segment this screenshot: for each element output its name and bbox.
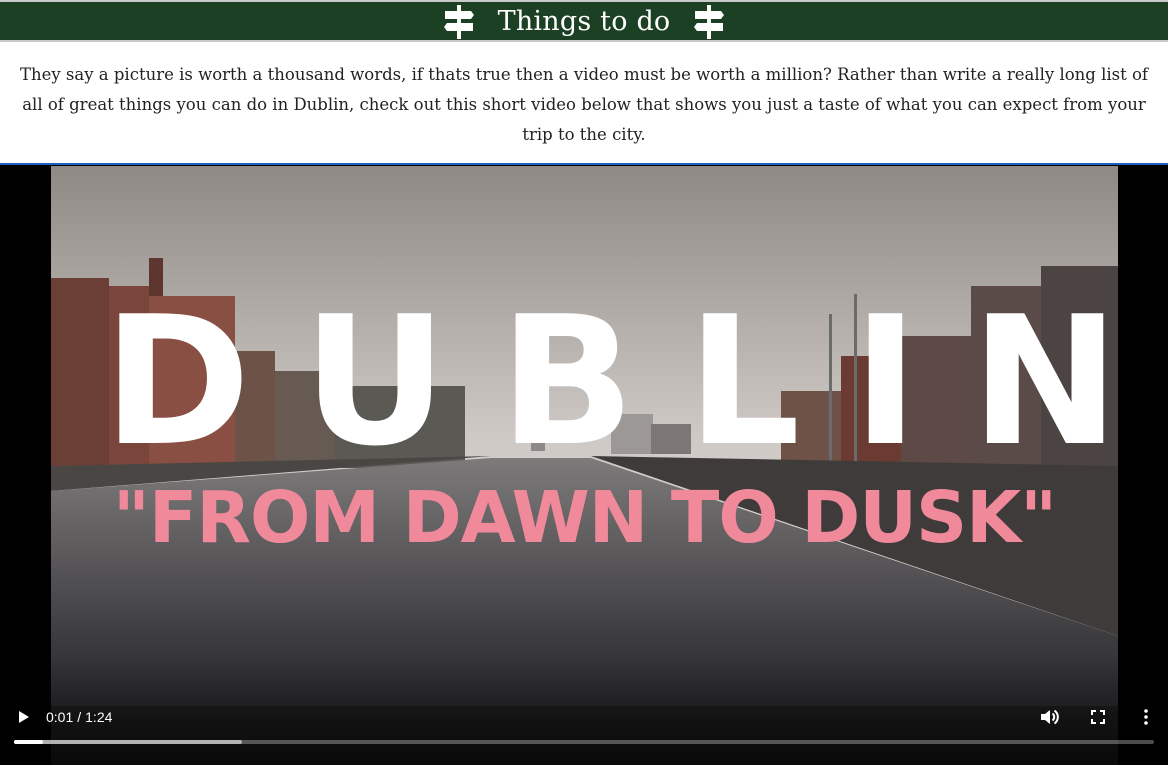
- play-icon[interactable]: [11, 705, 35, 729]
- duration: 1:24: [85, 709, 113, 725]
- fullscreen-icon[interactable]: [1086, 705, 1110, 729]
- time-separator: /: [77, 709, 82, 725]
- progress-bar[interactable]: [14, 740, 1154, 744]
- section-title: Things to do: [497, 6, 671, 37]
- more-options-icon[interactable]: [1134, 705, 1158, 729]
- intro-paragraph: They say a picture is worth a thousand w…: [19, 65, 1149, 144]
- section-header: Things to do: [0, 2, 1168, 42]
- progress-buffered: [14, 740, 242, 744]
- progress-played: [14, 740, 43, 744]
- volume-icon[interactable]: [1037, 705, 1061, 729]
- video-overlay-subtitle: "FROM DAWN TO DUSK": [112, 476, 1057, 559]
- current-time: 0:01: [46, 709, 74, 725]
- video-overlay-title: DUBLIN: [103, 297, 1118, 467]
- signpost-icon: [694, 5, 724, 39]
- time-display: 0:01/1:24: [46, 707, 112, 727]
- video-player[interactable]: DUBLIN "FROM DAWN TO DUSK" 0:01/1:24: [0, 165, 1168, 765]
- controls-gradient: [0, 655, 1168, 765]
